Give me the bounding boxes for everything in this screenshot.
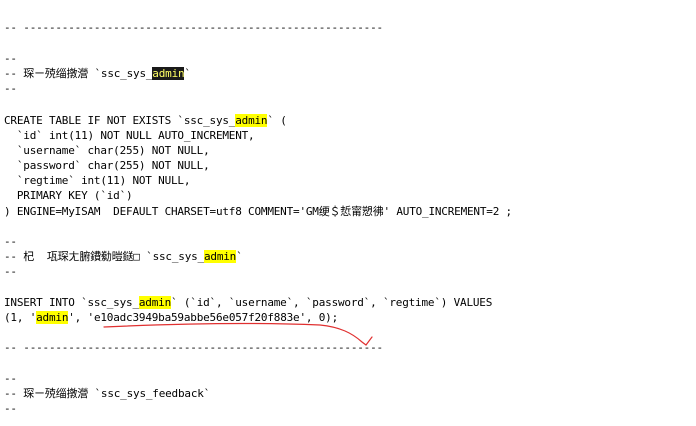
column-regtime-line: `regtime` int(11) NOT NULL, (4, 174, 191, 187)
comment-blank-line: -- (4, 235, 17, 248)
comment-blank-line: -- (4, 265, 17, 278)
comment-blank-line: -- (4, 82, 17, 95)
values-text: (1, ' (4, 311, 37, 324)
create-table-text-end: ` ( (267, 114, 287, 127)
column-password-line: `password` char(255) NOT NULL, (4, 159, 210, 172)
insert-into-line: INSERT INTO `ssc_sys_admin` (`id`, `user… (4, 296, 492, 310)
primary-key-line: PRIMARY KEY (`id`) (4, 189, 133, 202)
engine-line: ) ENGINE=MyISAM DEFAULT CHARSET=utf8 COM… (4, 205, 512, 218)
values-line: (1, 'admin', 'e10adc3949ba59abbe56e057f2… (4, 311, 338, 325)
insert-text-end: ` (`id`, `username`, `password`, `regtim… (171, 296, 493, 309)
comment-blank-line: -- (4, 402, 17, 415)
separator-line: -- -------------------------------------… (4, 341, 383, 354)
search-highlight: admin (36, 311, 69, 324)
comment-text-end: ` (184, 67, 191, 80)
comment-text: -- 杞 瓨琛ㄤ腑鐨勬暟鎹□ `ssc_sys_ (4, 250, 204, 263)
comment-text-end: ` (236, 250, 243, 263)
comment-table-structure-admin: -- 琛ㄧ殑缁撴瀯 `ssc_sys_admin` (4, 67, 191, 81)
comment-text: -- 琛ㄧ殑缁撴瀯 `ssc_sys_ (4, 67, 153, 80)
column-id-line: `id` int(11) NOT NULL AUTO_INCREMENT, (4, 129, 255, 142)
search-highlight: admin (138, 296, 171, 309)
create-table-line: CREATE TABLE IF NOT EXISTS `ssc_sys_admi… (4, 114, 287, 128)
create-table-text: CREATE TABLE IF NOT EXISTS `ssc_sys_ (4, 114, 236, 127)
comment-blank-line: -- (4, 52, 17, 65)
search-highlight-current: admin (152, 67, 185, 80)
sql-dump-text-area: -- -------------------------------------… (0, 0, 696, 426)
search-highlight: admin (235, 114, 268, 127)
separator-line: -- -------------------------------------… (4, 21, 383, 34)
comment-table-structure-feedback: -- 琛ㄧ殑缁撴瀯 `ssc_sys_feedback` (4, 387, 211, 400)
column-username-line: `username` char(255) NOT NULL, (4, 144, 210, 157)
values-hash-text: ', 'e10adc3949ba59abbe56e057f20f883e', 0… (68, 311, 338, 324)
search-highlight: admin (203, 250, 237, 263)
insert-text: INSERT INTO `ssc_sys_ (4, 296, 139, 309)
comment-dump-data-admin: -- 杞 瓨琛ㄤ腑鐨勬暟鎹□ `ssc_sys_admin` (4, 250, 243, 264)
comment-blank-line: -- (4, 372, 17, 385)
